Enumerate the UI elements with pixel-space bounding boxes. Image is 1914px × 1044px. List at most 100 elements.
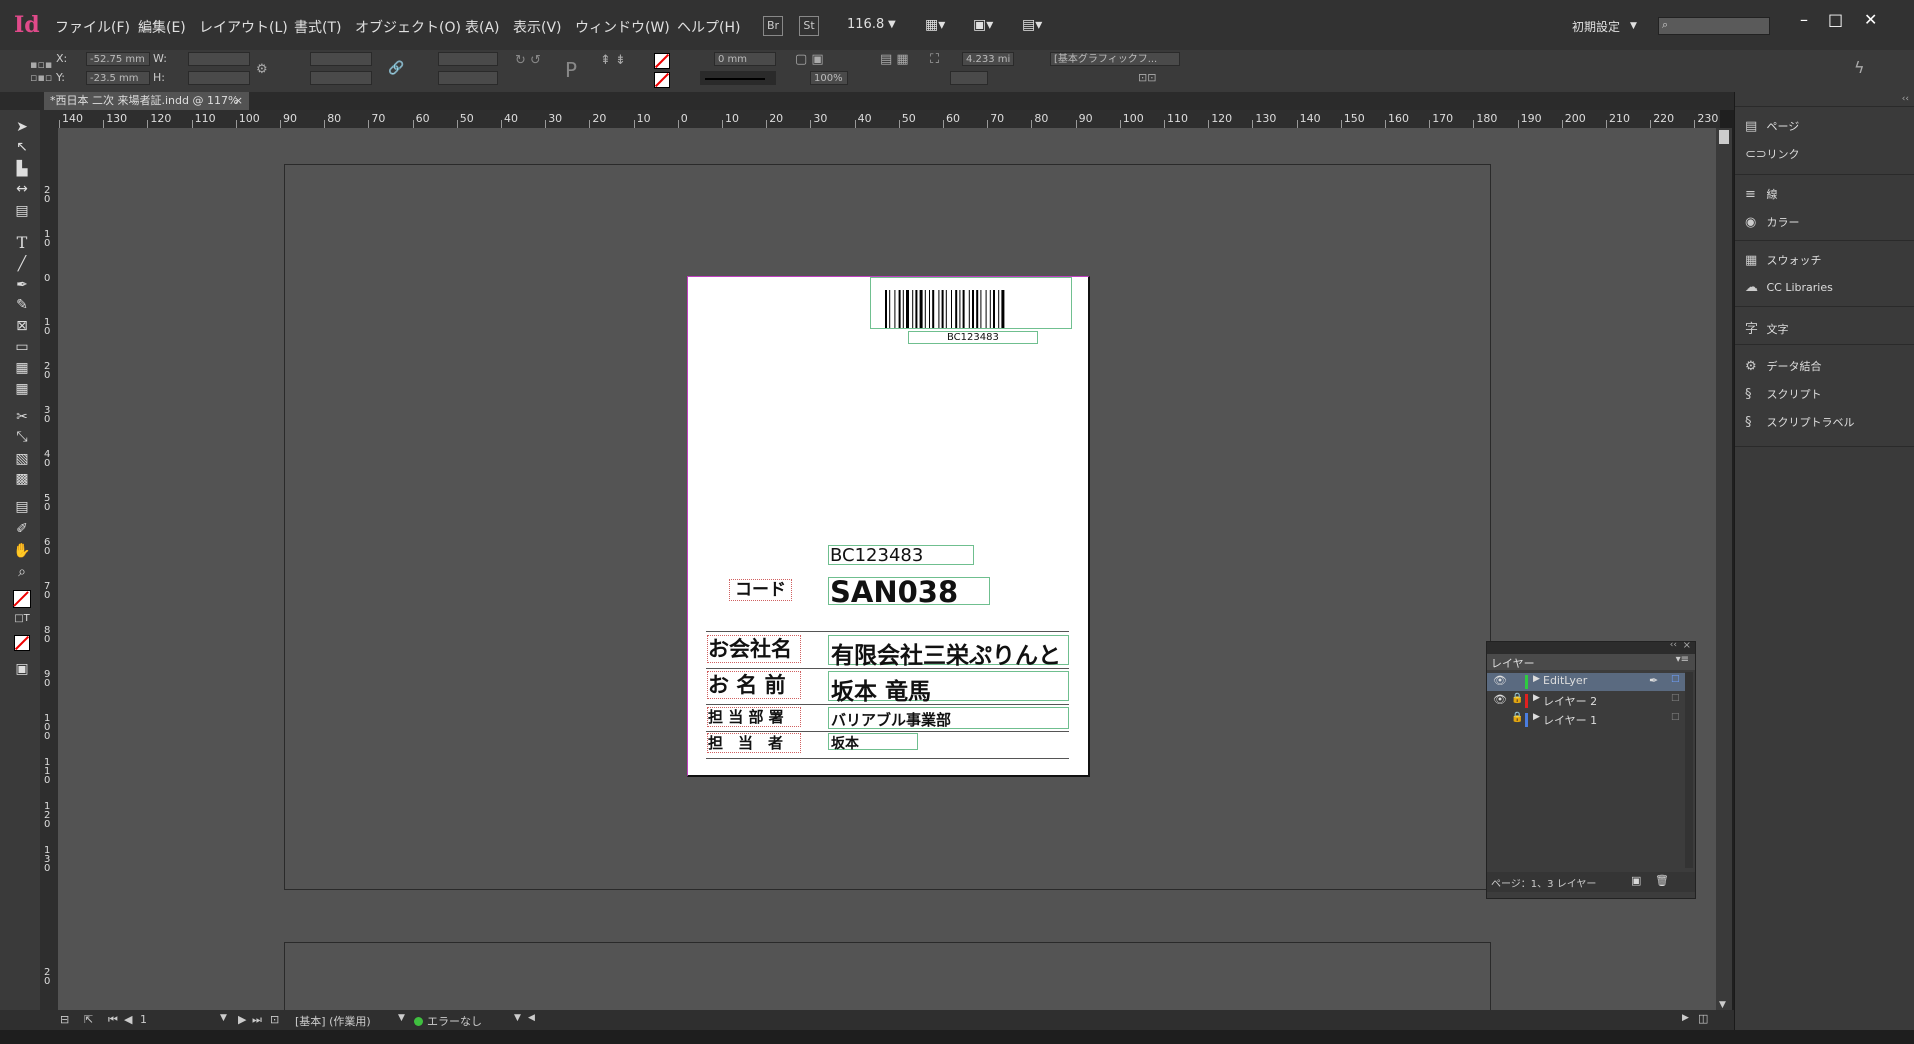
pencil-tool-icon[interactable]: ✎ (12, 296, 32, 314)
page-number-field[interactable]: 1 (140, 1013, 147, 1026)
corner-shape-dropdown[interactable] (950, 71, 988, 85)
search-input[interactable]: ⌕ (1658, 17, 1770, 35)
stock-button[interactable]: St (799, 16, 819, 36)
dock-stroke[interactable]: ≡ 線 (1745, 186, 1778, 208)
name-value-frame[interactable]: 坂本 竜馬 (828, 671, 1069, 705)
workspace-dropdown-icon[interactable]: ▼ (1630, 21, 1637, 31)
auto-fit-icon[interactable]: ⛶ (930, 52, 939, 67)
dock-script-label[interactable]: § スクリプトラベル (1745, 414, 1855, 436)
next-page-icon[interactable]: ▶ (238, 1013, 246, 1026)
prev-page-icon[interactable]: ◀ (124, 1013, 132, 1026)
eye-icon[interactable]: 👁 (1493, 674, 1507, 687)
company-value-frame[interactable]: 有限会社三栄ぷりんと (828, 635, 1069, 669)
scissors-tool-icon[interactable]: ✂ (12, 408, 32, 426)
close-button[interactable]: ✕ (1864, 10, 1877, 29)
grid-tool-icon[interactable]: ▦ (12, 359, 32, 377)
minimize-button[interactable]: – (1800, 10, 1808, 29)
dock-pages[interactable]: ▤ ページ (1745, 118, 1799, 140)
barcode-frame[interactable] (870, 277, 1072, 329)
dock-swatches[interactable]: ▦ スウォッチ (1745, 252, 1822, 274)
clear-overrides-icon[interactable]: ⊡⊡ (1138, 71, 1156, 84)
expand-layer-icon[interactable]: ▶ (1533, 693, 1540, 703)
selection-square-icon[interactable]: □ (1671, 674, 1680, 684)
layer-name[interactable]: レイヤー 1 (1543, 712, 1597, 728)
stroke-weight-field[interactable]: 0 mm (714, 52, 776, 66)
screen-mode-icon[interactable]: ▣▾ (973, 17, 993, 33)
layer-name[interactable]: EditLyer (1543, 674, 1587, 687)
workspace-switcher[interactable]: 初期設定 (1572, 18, 1620, 35)
bridge-button[interactable]: Br (763, 16, 783, 36)
lock-icon[interactable]: 🔒 (1511, 693, 1523, 704)
layers-panel-header[interactable]: ‹‹ × (1487, 640, 1695, 654)
rotate-icons[interactable]: ↻ ↺ (515, 53, 541, 68)
free-transform-tool-icon[interactable]: ⤡ (12, 428, 32, 446)
selection-tool-icon[interactable]: ➤ (12, 118, 32, 136)
rectangle-tool-icon[interactable]: ▭ (12, 338, 32, 356)
page-spread-icon[interactable]: ⊟ (60, 1013, 69, 1026)
eye-icon[interactable]: 👁 (1493, 693, 1507, 706)
close-tab-icon[interactable]: × (234, 92, 243, 110)
dock-color[interactable]: ◉ カラー (1745, 214, 1800, 236)
maximize-button[interactable]: □ (1828, 10, 1843, 29)
frame-grid-tool-icon[interactable]: ▦ (12, 380, 32, 398)
content-collector-icon[interactable]: ▤ (12, 202, 32, 220)
document-canvas[interactable]: BC123483 BC123483 コード SAN038 お会社名 有限会社三栄… (58, 128, 1720, 1010)
open-page-icon[interactable]: ⇱ (84, 1013, 93, 1026)
link-scale-icon[interactable]: 🔗 (388, 61, 404, 76)
document-tab[interactable]: *西日本 二次 来場者証.indd @ 117% × (44, 92, 249, 110)
menu-file[interactable]: ファイル(F) (55, 17, 130, 37)
text-wrap-icons[interactable]: ▤ ▦ (880, 52, 909, 67)
department-value-frame[interactable]: バリアブル事業部 (828, 707, 1069, 729)
line-tool-icon[interactable]: ╱ (12, 255, 32, 273)
horizontal-ruler[interactable]: 140 130 120 110 100 90 80 70 60 50 40 30 20 10 0 10 20 30… (40, 110, 1720, 129)
stroke-type-dropdown[interactable] (700, 71, 776, 85)
zoom-tool-icon[interactable]: ⌕ (12, 563, 32, 581)
gradient-swatch-tool-icon[interactable]: ▧ (12, 450, 32, 468)
layers-tab[interactable]: レイヤー ▾≡ (1487, 654, 1695, 670)
code-small-frame[interactable]: BC123483 (828, 545, 974, 566)
delete-layer-icon[interactable]: 🗑 (1655, 874, 1669, 887)
barcode-text-frame[interactable]: BC123483 (908, 331, 1038, 344)
dimension-field[interactable]: 4.233 mi (962, 52, 1014, 66)
page-tool-icon[interactable]: ▙ (12, 160, 32, 178)
collapse-panel-icon[interactable]: ‹‹ (1670, 640, 1677, 650)
gradient-feather-tool-icon[interactable]: ▩ (12, 470, 32, 488)
hand-tool-icon[interactable]: ✋ (12, 542, 32, 560)
fill-stroke-icon[interactable] (13, 590, 31, 608)
eyedropper-tool-icon[interactable]: ✐ (12, 520, 32, 538)
direct-selection-tool-icon[interactable]: ↖ (12, 138, 32, 156)
fill-none-icon[interactable] (654, 53, 670, 69)
layers-scrollbar[interactable] (1685, 672, 1693, 868)
layer-row[interactable]: 👁 ▶ EditLyer ✒ □ (1487, 673, 1687, 691)
master-page-icon[interactable]: ⊡ (270, 1013, 279, 1026)
menu-help[interactable]: ヘルプ(H) (677, 17, 740, 37)
preflight-dropdown-icon[interactable]: ▼ (514, 1013, 521, 1023)
reference-point-icon[interactable]: ▪▫▪ ▫▪▫ (30, 58, 52, 84)
preflight-text[interactable]: エラーなし (427, 1013, 482, 1029)
scroll-thumb[interactable] (1719, 130, 1729, 144)
page-dropdown-icon[interactable]: ▼ (220, 1013, 227, 1023)
object-style-dropdown[interactable]: [基本グラフィックフ... (1050, 52, 1180, 66)
last-page-icon[interactable]: ⏭ (252, 1013, 262, 1027)
scroll-right-icon[interactable]: ▶ (1682, 1013, 1689, 1023)
select-container-icon[interactable]: ⇞ ⇟ (600, 53, 626, 68)
menu-type[interactable]: 書式(T) (294, 17, 341, 37)
note-tool-icon[interactable]: ▤ (12, 498, 32, 516)
zoom-dropdown-icon[interactable]: ▼ (888, 19, 896, 30)
zoom-level[interactable]: 116.8 (847, 17, 884, 32)
scale-y-field[interactable] (310, 71, 372, 85)
pen-tool-icon[interactable]: ✒ (12, 276, 32, 294)
menu-table[interactable]: 表(A) (465, 17, 500, 37)
code-value-frame[interactable]: SAN038 (828, 575, 990, 609)
apply-none-icon[interactable] (14, 635, 30, 651)
screen-mode-tool-icon[interactable]: ▣ (12, 660, 32, 678)
scroll-down-icon[interactable]: ▼ (1719, 1000, 1726, 1010)
type-tool-icon[interactable]: T (12, 234, 32, 252)
arrange-documents-icon[interactable]: ▤▾ (1022, 17, 1042, 33)
vertical-scrollbar[interactable]: ▼ (1716, 128, 1732, 1010)
constrain-proportions-icon[interactable]: ⚙ (256, 62, 268, 77)
vertical-ruler[interactable]: 20 10 0 10 20 30 40 50 60 70 80 90 100 110 120 130 20 (40, 128, 59, 1010)
dock-script[interactable]: § スクリプト (1745, 386, 1822, 408)
view-options-icon[interactable]: ▦▾ (925, 17, 945, 33)
menu-view[interactable]: 表示(V) (513, 17, 562, 37)
